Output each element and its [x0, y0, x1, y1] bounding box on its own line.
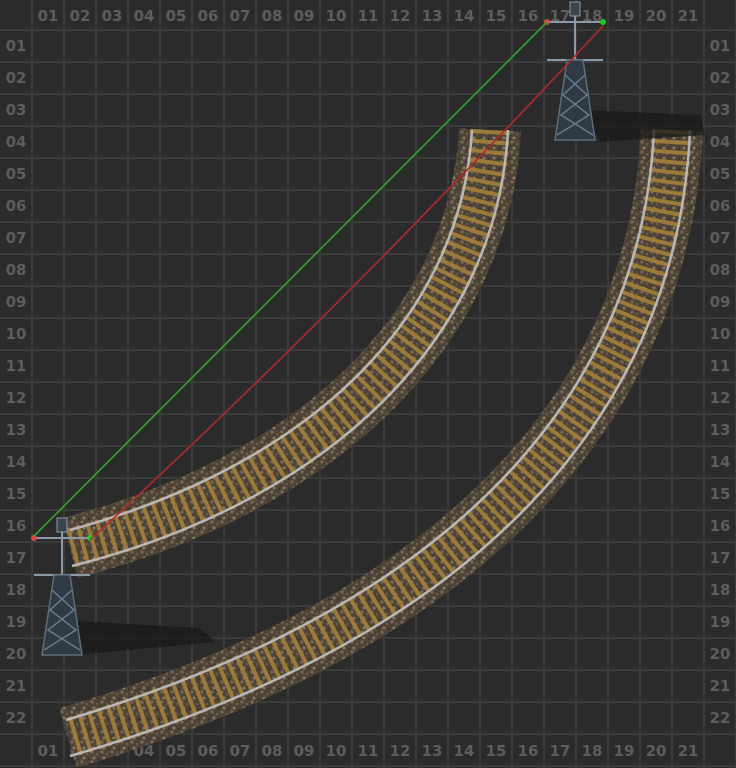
game-viewport: 01 01 02 02 03 03 04 04 05 05 06 06 07 07 08 08 09 09 10 10…	[0, 0, 736, 768]
row-label-right: 11	[710, 357, 731, 375]
column-label-top: 21	[678, 7, 699, 25]
column-label-top: 12	[390, 7, 411, 25]
column-label-bottom: 15	[486, 742, 507, 760]
row-label-left: 06	[6, 197, 27, 215]
column-label-top: 06	[198, 7, 219, 25]
column-label-bottom: 05	[166, 742, 187, 760]
row-label-left: 07	[6, 229, 27, 247]
row-label-right: 14	[710, 453, 731, 471]
row-label-right: 22	[710, 709, 731, 727]
row-label-left: 10	[6, 325, 27, 343]
row-label-left: 05	[6, 165, 27, 183]
column-label-top: 15	[486, 7, 507, 25]
column-label-bottom: 10	[326, 742, 347, 760]
row-label-right: 16	[710, 517, 731, 535]
column-label-top: 20	[646, 7, 667, 25]
row-label-left: 13	[6, 421, 27, 439]
column-label-top: 03	[102, 7, 123, 25]
row-label-right: 04	[710, 133, 731, 151]
row-label-left: 21	[6, 677, 27, 695]
column-label-bottom: 11	[358, 742, 379, 760]
row-label-left: 22	[6, 709, 27, 727]
row-label-left: 03	[6, 101, 27, 119]
column-label-bottom: 19	[614, 742, 635, 760]
row-label-left: 11	[6, 357, 27, 375]
row-label-left: 16	[6, 517, 27, 535]
row-label-right: 19	[710, 613, 731, 631]
row-label-right: 15	[710, 485, 731, 503]
row-label-left: 02	[6, 69, 27, 87]
column-label-bottom: 01	[38, 742, 59, 760]
column-label-bottom: 08	[262, 742, 283, 760]
row-label-right: 07	[710, 229, 731, 247]
column-label-top: 01	[38, 7, 59, 25]
column-label-bottom: 14	[454, 742, 475, 760]
column-label-top: 04	[134, 7, 155, 25]
column-label-bottom: 21	[678, 742, 699, 760]
row-label-left: 04	[6, 133, 27, 151]
column-label-top: 14	[454, 7, 475, 25]
column-label-top: 07	[230, 7, 251, 25]
column-label-bottom: 13	[422, 742, 443, 760]
row-label-right: 01	[710, 37, 731, 55]
row-label-right: 10	[710, 325, 731, 343]
column-label-top: 13	[422, 7, 443, 25]
row-label-left: 09	[6, 293, 27, 311]
column-label-bottom: 09	[294, 742, 315, 760]
row-label-right: 12	[710, 389, 731, 407]
row-label-right: 09	[710, 293, 731, 311]
column-label-bottom: 20	[646, 742, 667, 760]
column-label-top: 02	[70, 7, 91, 25]
row-label-right: 13	[710, 421, 731, 439]
column-label-bottom: 12	[390, 742, 411, 760]
row-label-left: 14	[6, 453, 27, 471]
row-label-right: 08	[710, 261, 731, 279]
row-label-right: 21	[710, 677, 731, 695]
column-label-top: 19	[614, 7, 635, 25]
column-label-bottom: 17	[550, 742, 571, 760]
column-label-bottom: 18	[582, 742, 603, 760]
row-label-right: 18	[710, 581, 731, 599]
row-label-left: 20	[6, 645, 27, 663]
row-label-right: 20	[710, 645, 731, 663]
column-label-top: 08	[262, 7, 283, 25]
row-label-right: 06	[710, 197, 731, 215]
column-label-top: 11	[358, 7, 379, 25]
column-label-top: 16	[518, 7, 539, 25]
row-label-left: 19	[6, 613, 27, 631]
row-label-right: 02	[710, 69, 731, 87]
column-label-bottom: 06	[198, 742, 219, 760]
row-label-left: 18	[6, 581, 27, 599]
row-label-left: 17	[6, 549, 27, 567]
column-label-top: 10	[326, 7, 347, 25]
column-label-top: 09	[294, 7, 315, 25]
column-label-top: 05	[166, 7, 187, 25]
column-label-bottom: 16	[518, 742, 539, 760]
row-label-left: 08	[6, 261, 27, 279]
row-label-right: 17	[710, 549, 731, 567]
column-label-bottom: 07	[230, 742, 251, 760]
row-label-right: 03	[710, 101, 731, 119]
row-label-right: 05	[710, 165, 731, 183]
row-label-left: 12	[6, 389, 27, 407]
row-label-left: 15	[6, 485, 27, 503]
row-label-left: 01	[6, 37, 27, 55]
